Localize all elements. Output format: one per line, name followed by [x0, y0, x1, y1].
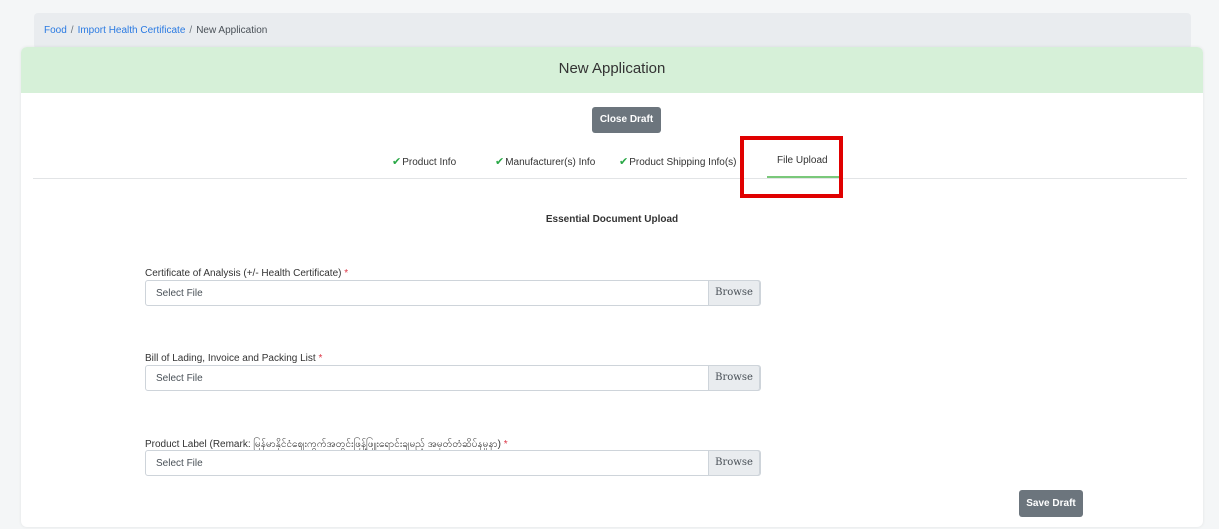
- browse-button[interactable]: Browse: [708, 450, 760, 476]
- tab-product-shipping-info[interactable]: ✔Product Shipping Info(s): [619, 155, 737, 168]
- file-input-placeholder: Select File: [156, 288, 203, 299]
- file-input-placeholder: Select File: [156, 373, 203, 384]
- tab-label: Manufacturer(s) Info: [505, 157, 596, 168]
- breadcrumb-link-food[interactable]: Food: [44, 25, 67, 36]
- close-draft-button[interactable]: Close Draft: [592, 107, 661, 133]
- required-marker: *: [503, 439, 508, 450]
- section-title: Essential Document Upload: [545, 214, 679, 225]
- tab-manufacturer-info[interactable]: ✔Manufacturer(s) Info: [495, 155, 595, 168]
- file-input-bill-of-lading[interactable]: Select File Browse: [145, 365, 761, 391]
- tab-label: Product Info: [402, 157, 457, 168]
- breadcrumb-link-import-health-certificate[interactable]: Import Health Certificate: [78, 25, 186, 36]
- browse-button[interactable]: Browse: [708, 280, 760, 306]
- browse-button[interactable]: Browse: [708, 365, 760, 391]
- step-tabs: ✔Product Info ✔Manufacturer(s) Info ✔Pro…: [33, 147, 1187, 179]
- page-title: New Application: [558, 60, 666, 77]
- required-marker: *: [344, 268, 349, 279]
- application-card: New Application Close Draft ✔Product Inf…: [21, 47, 1203, 527]
- breadcrumb: Food / Import Health Certificate / New Appli…: [34, 13, 1191, 49]
- breadcrumb-current: New Application: [196, 25, 268, 36]
- file-input-placeholder: Select File: [156, 458, 203, 469]
- checkmark-icon: ✔: [619, 156, 629, 168]
- breadcrumb-separator: /: [189, 25, 193, 36]
- field-label-certificate-of-analysis: Certificate of Analysis (+/- Health Cert…: [145, 268, 349, 279]
- required-marker: *: [318, 353, 323, 364]
- file-input-product-label[interactable]: Select File Browse: [145, 450, 761, 476]
- file-input-certificate-of-analysis[interactable]: Select File Browse: [145, 280, 761, 306]
- checkmark-icon: ✔: [392, 156, 402, 168]
- field-label-bill-of-lading: Bill of Lading, Invoice and Packing List…: [145, 353, 323, 364]
- highlight-annotation-box: [740, 136, 843, 198]
- breadcrumb-separator: /: [70, 25, 74, 36]
- checkmark-icon: ✔: [495, 156, 505, 168]
- tab-product-info[interactable]: ✔Product Info: [392, 155, 456, 168]
- tab-label: Product Shipping Info(s): [629, 157, 737, 168]
- card-header: New Application: [21, 47, 1203, 93]
- save-draft-button[interactable]: Save Draft: [1019, 490, 1083, 517]
